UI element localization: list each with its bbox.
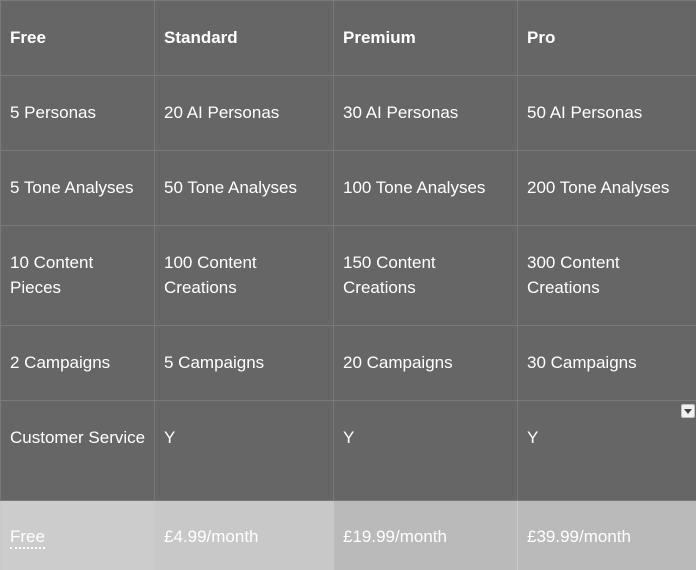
plan-header-standard: Standard <box>154 0 334 76</box>
table-cell: 10 Content Pieces <box>0 225 155 326</box>
table-cell: 50 AI Personas <box>517 75 696 151</box>
price-cell-free: Free <box>0 500 155 570</box>
plan-header-pro: Pro <box>517 0 696 76</box>
table-cell: 2 Campaigns <box>0 325 155 401</box>
price-row: Free £4.99/month £19.99/month £39.99/mon… <box>0 500 696 570</box>
table-cell: 100 Content Creations <box>154 225 334 326</box>
table-cell: Y <box>154 400 334 501</box>
table-cell: 5 Campaigns <box>154 325 334 401</box>
table-cell: 30 Campaigns <box>517 325 696 401</box>
table-cell: Y <box>517 400 696 501</box>
table-cell: 5 Tone Analyses <box>0 150 155 226</box>
table-cell: 200 Tone Analyses <box>517 150 696 226</box>
table-cell: 100 Tone Analyses <box>333 150 518 226</box>
table-cell: 5 Personas <box>0 75 155 151</box>
price-cell-pro: £39.99/month <box>517 500 696 570</box>
feature-row-tone-analyses: 5 Tone Analyses 50 Tone Analyses 100 Ton… <box>0 150 696 226</box>
table-cell: 30 AI Personas <box>333 75 518 151</box>
feature-row-content: 10 Content Pieces 100 Content Creations … <box>0 225 696 326</box>
table-cell: 300 Content Creations <box>517 225 696 326</box>
table-cell: Customer Service <box>0 400 155 501</box>
table-cell: 50 Tone Analyses <box>154 150 334 226</box>
table-cell: 150 Content Creations <box>333 225 518 326</box>
price-cell-standard: £4.99/month <box>154 500 334 570</box>
feature-row-customer-service: Customer Service Y Y Y <box>0 400 696 501</box>
triangle-glyph <box>684 408 692 414</box>
plan-header-free: Free <box>0 0 155 76</box>
free-plan-link[interactable]: Free <box>10 527 45 549</box>
table-cell: Y <box>333 400 518 501</box>
header-row: Free Standard Premium Pro <box>0 0 696 76</box>
price-cell-premium: £19.99/month <box>333 500 518 570</box>
pricing-table: Free Standard Premium Pro 5 Personas 20 … <box>0 0 696 570</box>
feature-row-campaigns: 2 Campaigns 5 Campaigns 20 Campaigns 30 … <box>0 325 696 401</box>
table-cell: 20 Campaigns <box>333 325 518 401</box>
plan-header-premium: Premium <box>333 0 518 76</box>
chevron-down-icon[interactable] <box>681 404 695 418</box>
feature-row-personas: 5 Personas 20 AI Personas 30 AI Personas… <box>0 75 696 151</box>
table-cell: 20 AI Personas <box>154 75 334 151</box>
